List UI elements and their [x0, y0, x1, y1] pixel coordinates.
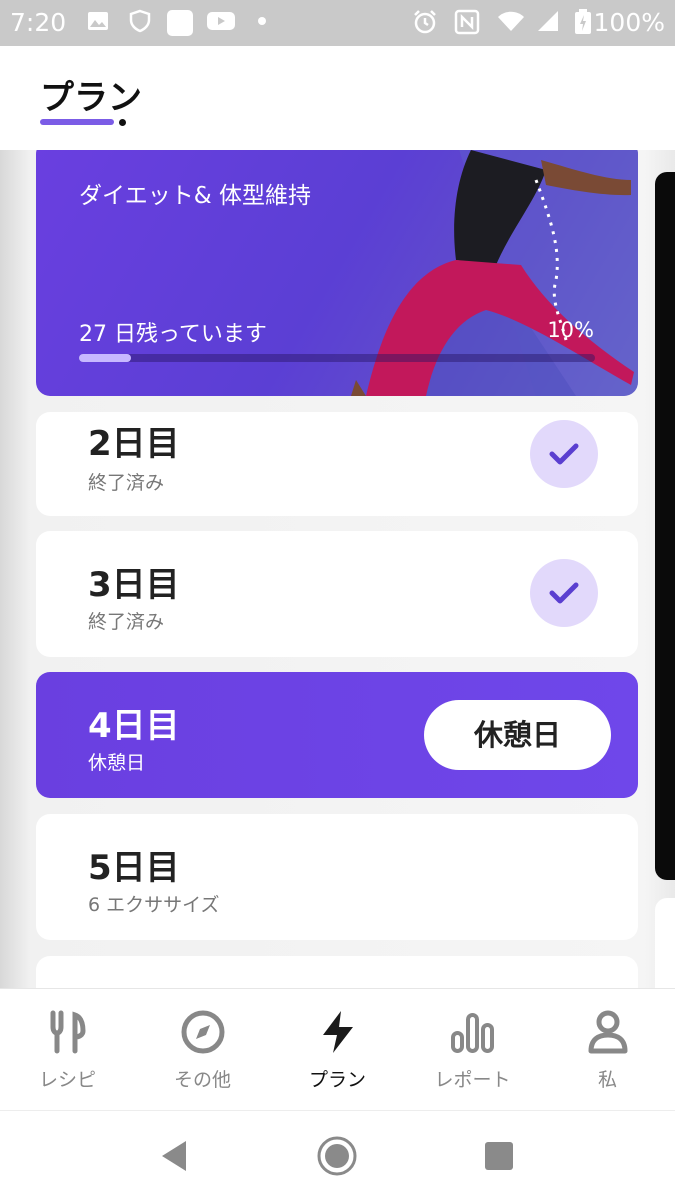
alarm-icon	[412, 9, 438, 35]
page-title: プラン	[40, 78, 142, 118]
day-card-3[interactable]: 3日目 終了済み	[36, 531, 638, 657]
nav-plan[interactable]: プラン	[270, 989, 405, 1111]
day-card-4[interactable]: 4日目 休憩日 休憩日	[36, 672, 638, 798]
back-icon[interactable]	[158, 1139, 190, 1173]
day-card-6[interactable]	[36, 956, 638, 988]
nav-me[interactable]: 私	[540, 989, 675, 1111]
image-icon	[86, 9, 110, 33]
day-status: 終了済み	[88, 472, 165, 494]
progress-fill	[79, 354, 131, 362]
nav-label: プラン	[308, 1069, 366, 1091]
nav-recipes[interactable]: レシピ	[0, 989, 135, 1111]
youtube-icon	[206, 9, 236, 33]
lightning-icon	[323, 1011, 353, 1053]
home-icon[interactable]	[316, 1135, 358, 1177]
plan-subtitle: ダイエット& 体型維持	[79, 183, 312, 209]
day-status: 終了済み	[88, 611, 165, 633]
nav-discover[interactable]: その他	[135, 989, 270, 1111]
plan-content[interactable]: ダイエット& 体型維持 27 日残っています 10% 2日目 終了済み 3日目 …	[0, 150, 675, 988]
system-navigation-bar	[0, 1110, 675, 1201]
day-title: 4日目	[88, 706, 180, 746]
wifi-icon	[496, 9, 526, 33]
fork-knife-icon	[50, 1010, 86, 1054]
bottom-navigation: レシピ その他 プラン レポート 私	[0, 988, 675, 1111]
day-card-5[interactable]: 5日目 6 エクササイズ	[36, 814, 638, 940]
day-title: 5日目	[88, 848, 180, 888]
status-bar: 7:20 100%	[0, 0, 675, 46]
nav-report[interactable]: レポート	[405, 989, 540, 1111]
days-remaining: 27 日残っています	[79, 322, 267, 347]
shield-icon	[128, 9, 152, 33]
signal-icon	[536, 9, 560, 33]
exercise-count: 6 エクササイズ	[88, 894, 220, 916]
check-icon	[530, 420, 598, 488]
title-underline	[40, 119, 114, 125]
compass-icon	[181, 1010, 225, 1054]
progress-bar	[79, 354, 595, 362]
app-icon	[166, 9, 193, 36]
nav-label: レポート	[434, 1069, 511, 1091]
day-title: 3日目	[88, 565, 180, 605]
next-card-edge-light	[655, 898, 675, 988]
next-card-edge	[655, 172, 675, 880]
nav-label: 私	[597, 1069, 617, 1091]
battery-icon	[574, 9, 592, 35]
check-icon	[530, 559, 598, 627]
person-icon	[588, 1010, 628, 1054]
battery-percent: 100%	[593, 8, 665, 37]
day-title: 2日目	[88, 424, 180, 464]
nfc-icon	[454, 9, 480, 35]
day-card-2[interactable]: 2日目 終了済み	[36, 412, 638, 516]
rest-day-button[interactable]: 休憩日	[424, 700, 611, 770]
plan-banner[interactable]: ダイエット& 体型維持 27 日残っています 10%	[36, 150, 638, 396]
app-header: プラン	[0, 46, 675, 151]
nav-label: その他	[173, 1069, 231, 1091]
status-time: 7:20	[10, 8, 67, 37]
day-status: 休憩日	[88, 752, 146, 774]
dot-icon	[258, 9, 282, 33]
recents-icon[interactable]	[484, 1141, 514, 1171]
progress-percent: 10%	[547, 318, 594, 342]
title-dot	[119, 119, 126, 126]
bar-chart-icon	[451, 1013, 494, 1053]
nav-label: レシピ	[38, 1069, 96, 1091]
